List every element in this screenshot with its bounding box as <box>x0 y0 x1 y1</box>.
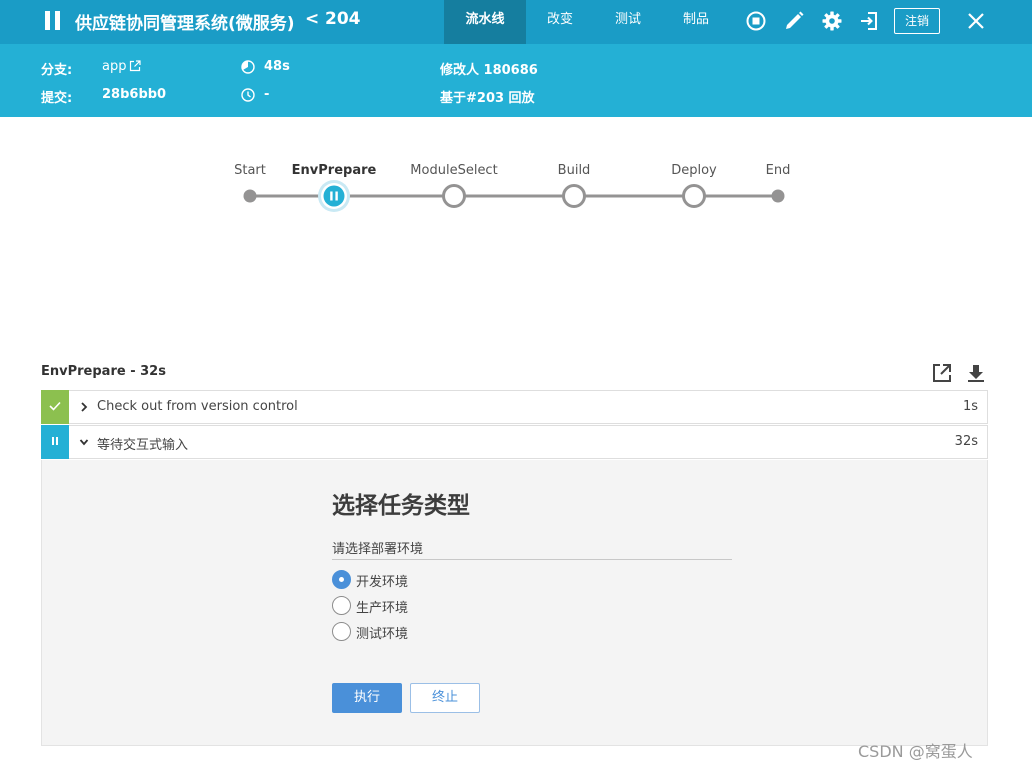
radio-button-checked[interactable] <box>332 570 351 589</box>
chevron-down-icon[interactable] <box>79 436 89 448</box>
started-time-value: - <box>264 87 270 102</box>
edit-icon[interactable] <box>783 10 805 32</box>
tab-changes[interactable]: 改变 <box>530 0 590 44</box>
back-chevron[interactable]: < <box>305 9 319 29</box>
step-paused-status <box>41 425 69 459</box>
pause-icon[interactable] <box>43 11 65 31</box>
radio-label[interactable]: 开发环境 <box>356 571 408 590</box>
clock-icon <box>241 88 255 102</box>
step-title: Check out from version control <box>97 399 298 414</box>
commit-hash[interactable]: 28b6bb0 <box>102 87 166 102</box>
step-success-status <box>41 390 69 424</box>
stage-node-start <box>243 189 257 203</box>
pipeline-graph: Start EnvPrepare ModuleSelect Build Depl… <box>0 150 1032 220</box>
radio-button[interactable] <box>332 596 351 615</box>
download-icon[interactable] <box>965 362 987 384</box>
commit-label: 提交: <box>41 91 73 106</box>
check-icon <box>49 401 61 411</box>
run-number: 204 <box>325 9 361 29</box>
radio-label[interactable]: 测试环境 <box>356 623 408 642</box>
duration-icon <box>241 60 255 74</box>
tab-artifacts[interactable]: 制品 <box>666 0 726 44</box>
radio-button[interactable] <box>332 622 351 641</box>
tab-pipeline[interactable]: 流水线 <box>444 0 526 44</box>
external-link-icon[interactable] <box>129 60 141 72</box>
run-info-bar: 分支: app 提交: 28b6bb0 48s - 修改人 180686 基于#… <box>0 44 1032 117</box>
radio-label[interactable]: 生产环境 <box>356 597 408 616</box>
input-prompt: 请选择部署环境 <box>332 542 424 557</box>
stage-heading: EnvPrepare - 32s <box>41 364 166 379</box>
step-duration: 1s <box>962 399 978 414</box>
stage-node-moduleselect[interactable] <box>442 184 466 208</box>
logout-button[interactable]: 注销 <box>894 8 940 34</box>
proceed-button[interactable]: 执行 <box>332 683 402 713</box>
tab-tests[interactable]: 测试 <box>598 0 658 44</box>
exit-icon[interactable] <box>858 10 880 32</box>
stage-node-end <box>771 189 785 203</box>
step-title: 等待交互式输入 <box>97 438 189 453</box>
replay-of: 基于#203 回放 <box>440 91 535 106</box>
gear-icon[interactable] <box>821 10 843 32</box>
input-request-panel: 选择任务类型 请选择部署环境 开发环境 生产环境 测试环境 执行 终止 <box>41 460 988 746</box>
changed-by: 修改人 180686 <box>440 63 538 78</box>
abort-button[interactable]: 终止 <box>410 683 480 713</box>
pause-icon <box>52 437 58 445</box>
divider <box>332 559 732 560</box>
input-title: 选择任务类型 <box>332 493 470 519</box>
close-icon[interactable] <box>965 10 987 32</box>
watermark: CSDN @窝蛋人 <box>858 742 973 761</box>
branch-label: 分支: <box>41 63 73 78</box>
branch-link[interactable]: app <box>102 59 126 74</box>
app-title[interactable]: 供应链协同管理系统(微服务) <box>75 9 295 34</box>
popout-icon[interactable] <box>931 362 953 384</box>
stage-node-build[interactable] <box>562 184 586 208</box>
duration-value: 48s <box>264 59 290 74</box>
top-bar: 供应链协同管理系统(微服务) < 204 流水线 改变 测试 制品 注销 <box>0 0 1032 44</box>
pipeline-svg <box>243 180 785 212</box>
stop-icon[interactable] <box>745 10 767 32</box>
step-row[interactable]: Check out from version control 1s <box>41 390 988 424</box>
stage-node-envprepare[interactable] <box>318 180 350 212</box>
chevron-right-icon[interactable] <box>79 401 89 413</box>
step-duration: 32s <box>954 434 978 449</box>
step-row[interactable]: 等待交互式输入 32s <box>41 425 988 459</box>
stage-node-deploy[interactable] <box>682 184 706 208</box>
